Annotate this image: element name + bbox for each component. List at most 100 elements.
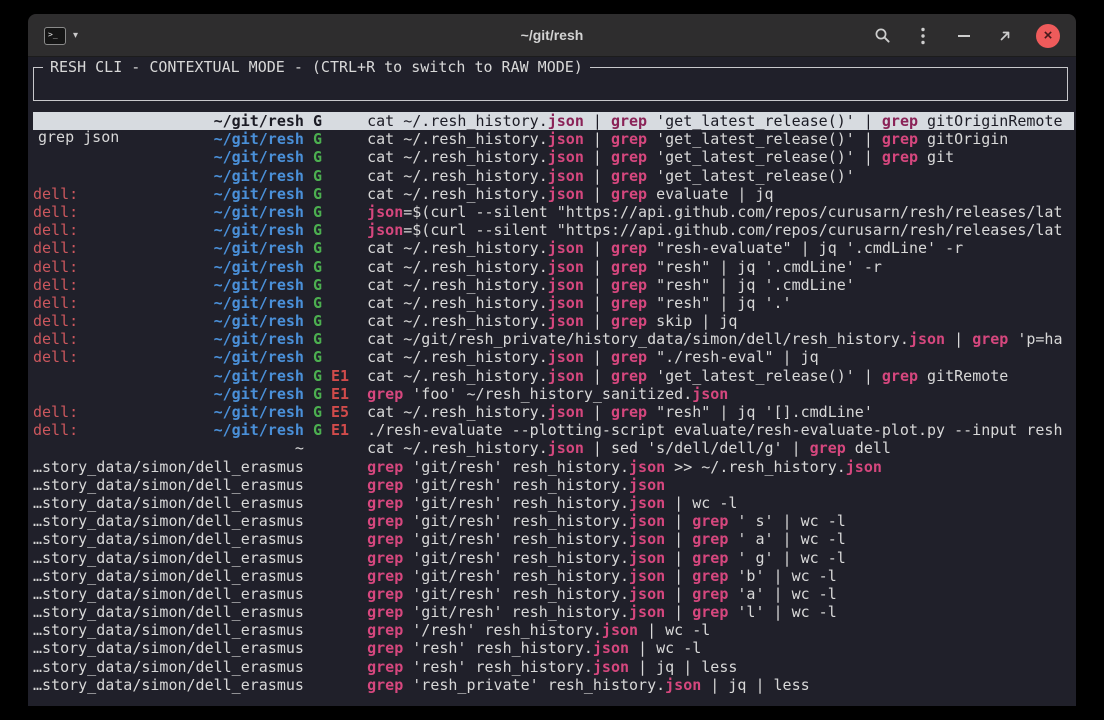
match-highlight: json bbox=[367, 221, 403, 239]
history-row[interactable]: dell:~/git/reshGcat ~/.resh_history.json… bbox=[33, 312, 1074, 330]
git-flag: G bbox=[313, 276, 322, 294]
row-context: …story_data/simon/dell_erasmus bbox=[33, 458, 304, 476]
history-row[interactable]: …story_data/simon/dell_erasmus grep 'resh… bbox=[33, 639, 1074, 657]
match-highlight: grep bbox=[810, 439, 846, 457]
command-text: cat ~/.resh_history.json | grep "resh" |… bbox=[367, 258, 1074, 276]
history-row[interactable]: …story_data/simon/dell_erasmusgrep 'git/… bbox=[33, 476, 1074, 494]
history-row[interactable]: dell:~/git/reshGE5cat ~/.resh_history.js… bbox=[33, 403, 1074, 421]
match-highlight: grep bbox=[692, 585, 728, 603]
match-highlight: grep bbox=[367, 676, 403, 694]
row-context: dell: ~/git/resh bbox=[33, 258, 304, 276]
history-row[interactable]: dell:~/git/reshGcat ~/.resh_history.json… bbox=[33, 294, 1074, 312]
git-flag: G bbox=[313, 185, 322, 203]
host-label: dell: bbox=[33, 258, 78, 276]
command-text: ./resh-evaluate --plotting-script evalua… bbox=[367, 421, 1074, 439]
match-highlight: json bbox=[593, 639, 629, 657]
minimize-button[interactable] bbox=[954, 24, 974, 48]
directory-label: ~/git/resh bbox=[214, 185, 304, 203]
git-flag: G bbox=[313, 330, 322, 348]
history-row[interactable]: dell: ~/git/resh Gcat ~/.resh_history.json… bbox=[33, 258, 1074, 276]
history-row[interactable]: ~/git/reshGE1grep 'foo' ~/resh_history_s… bbox=[33, 385, 1074, 403]
row-context: …story_data/simon/dell_erasmus bbox=[33, 639, 304, 657]
history-row[interactable]: …story_data/simon/dell_erasmusgrep 'git/… bbox=[33, 585, 1074, 603]
directory-label: ~/git/resh bbox=[214, 421, 304, 439]
match-highlight: json bbox=[629, 476, 665, 494]
host-label: dell: bbox=[33, 276, 78, 294]
match-highlight: json bbox=[367, 203, 403, 221]
history-row[interactable]: …story_data/simon/dell_erasmusgrep 'git/… bbox=[33, 494, 1074, 512]
search-button[interactable] bbox=[872, 24, 892, 48]
history-row[interactable]: …story_data/simon/dell_erasmusgrep 'resh… bbox=[33, 658, 1074, 676]
directory-label: ~ bbox=[295, 439, 304, 457]
match-highlight: json bbox=[548, 348, 584, 366]
directory-label: ~/git/resh bbox=[214, 276, 304, 294]
history-row[interactable]: dell:~/git/reshGE1./resh-evaluate --plot… bbox=[33, 421, 1074, 439]
match-highlight: grep bbox=[611, 185, 647, 203]
row-context: ~/git/resh bbox=[33, 385, 304, 403]
directory-label: …story_data/simon/dell_erasmus bbox=[33, 603, 304, 621]
history-row[interactable]: dell:~/git/reshGjson=$(curl --silent "ht… bbox=[33, 221, 1074, 239]
history-row[interactable]: …story_data/simon/dell_erasmusgrep 'git/… bbox=[33, 603, 1074, 621]
history-row[interactable]: …story_data/simon/dell_erasmus grep 'git/… bbox=[33, 567, 1074, 585]
row-context: dell:~/git/resh bbox=[33, 312, 304, 330]
host-label: dell: bbox=[33, 203, 78, 221]
search-query-input[interactable]: grep json bbox=[34, 122, 1067, 146]
git-flag: G bbox=[313, 258, 322, 276]
titlebar[interactable]: >_ ▾ ~/git/resh bbox=[28, 14, 1076, 57]
kebab-menu-icon bbox=[920, 27, 926, 45]
directory-label: …story_data/simon/dell_erasmus bbox=[33, 530, 304, 548]
row-context: …story_data/simon/dell_erasmus bbox=[33, 476, 304, 494]
match-highlight: grep bbox=[367, 639, 403, 657]
restore-button[interactable] bbox=[995, 24, 1015, 48]
row-context: …story_data/simon/dell_erasmus bbox=[33, 567, 304, 585]
row-context: dell: ~/git/resh bbox=[33, 185, 304, 203]
directory-label: …story_data/simon/dell_erasmus bbox=[33, 676, 304, 694]
resh-mode-title: RESH CLI - CONTEXTUAL MODE - (CTRL+R to … bbox=[43, 58, 590, 77]
history-row[interactable]: …story_data/simon/dell_erasmus grep 'git/… bbox=[33, 530, 1074, 548]
error-flag: E1 bbox=[331, 367, 349, 385]
flags-cell: G bbox=[313, 221, 367, 239]
command-text: grep 'git/resh' resh_history.json | grep… bbox=[367, 567, 1074, 585]
match-highlight: grep bbox=[611, 276, 647, 294]
flags-cell bbox=[313, 603, 367, 621]
row-context: dell: ~/git/resh bbox=[33, 276, 304, 294]
row-context: …story_data/simon/dell_erasmus bbox=[33, 676, 304, 694]
history-row[interactable]: ~ cat ~/.resh_history.json | sed 's/dell/… bbox=[33, 439, 1074, 457]
host-label: dell: bbox=[33, 185, 78, 203]
match-highlight: grep bbox=[367, 549, 403, 567]
directory-label: ~/git/resh bbox=[214, 221, 304, 239]
history-row[interactable]: …story_data/simon/dell_erasmusgrep 'git/… bbox=[33, 549, 1074, 567]
history-row[interactable]: …story_data/simon/dell_erasmusgrep 'git/… bbox=[33, 458, 1074, 476]
match-highlight: grep bbox=[367, 476, 403, 494]
history-row[interactable]: dell:~/git/reshGcat ~/git/resh_private/h… bbox=[33, 330, 1074, 348]
history-row[interactable]: ~/git/reshGE1cat ~/.resh_history.json | … bbox=[33, 367, 1074, 385]
git-flag: G bbox=[313, 403, 322, 421]
command-text: grep 'git/resh' resh_history.json | grep… bbox=[367, 530, 1074, 548]
git-flag: G bbox=[313, 312, 322, 330]
flags-cell bbox=[313, 549, 367, 567]
history-row[interactable]: …story_data/simon/dell_erasmusgrep '/res… bbox=[33, 621, 1074, 639]
command-text: grep 'resh' resh_history.json | wc -l bbox=[367, 639, 1074, 657]
match-highlight: json bbox=[548, 367, 584, 385]
history-row[interactable]: dell:~/git/reshGcat ~/.resh_history.json… bbox=[33, 276, 1074, 294]
row-context: dell:~/git/resh bbox=[33, 330, 304, 348]
row-context: dell:~/git/resh bbox=[33, 239, 304, 257]
error-flag: E5 bbox=[331, 403, 349, 421]
host-label: dell: bbox=[33, 403, 78, 421]
history-row[interactable]: dell:~/git/reshGcat ~/.resh_history.json… bbox=[33, 185, 1074, 203]
history-row[interactable]: dell:~/git/reshGjson=$(curl --silent "ht… bbox=[33, 203, 1074, 221]
history-row[interactable]: …story_data/simon/dell_erasmusgrep 'resh… bbox=[33, 676, 1074, 694]
row-context: dell: ~/git/resh bbox=[33, 403, 304, 421]
match-highlight: grep bbox=[611, 239, 647, 257]
flags-cell: G bbox=[313, 185, 367, 203]
command-text: cat ~/.resh_history.json | sed 's/dell/d… bbox=[367, 439, 1074, 457]
directory-label: ~/git/resh bbox=[214, 403, 304, 421]
history-row[interactable]: dell:~/git/reshGcat ~/.resh_history.json… bbox=[33, 348, 1074, 366]
history-row[interactable]: dell:~/git/reshGcat ~/.resh_history.json… bbox=[33, 239, 1074, 257]
directory-label: ~/git/resh bbox=[214, 258, 304, 276]
flags-cell bbox=[313, 530, 367, 548]
history-row[interactable]: …story_data/simon/dell_erasmusgrep 'git/… bbox=[33, 512, 1074, 530]
command-text: grep 'foo' ~/resh_history_sanitized.json bbox=[367, 385, 1074, 403]
close-button[interactable]: × bbox=[1036, 24, 1060, 48]
menu-button[interactable] bbox=[913, 24, 933, 48]
